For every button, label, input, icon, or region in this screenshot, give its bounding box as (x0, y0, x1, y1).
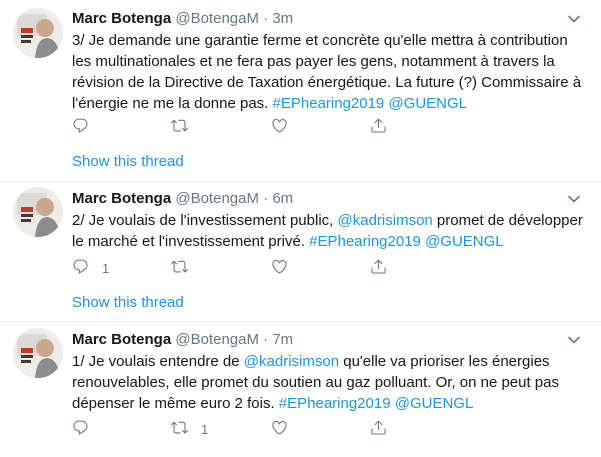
tweet-text-line: 3/ Je demande une garantie ferme et conc… (72, 30, 592, 51)
tweet-text: 2/ Je voulais de l'investissement public… (72, 210, 592, 252)
tweet-text-segment: 2/ Je voulais de l'investissement public… (72, 212, 338, 229)
tweet-header: Marc Botenga @BotengaM · 6m (72, 189, 293, 209)
tweet-text-segment: renouvelables, elle promet du soutien au… (72, 374, 559, 391)
reply-button[interactable] (72, 117, 102, 139)
author-handle[interactable]: @BotengaM (175, 10, 259, 27)
retweet-icon (171, 419, 188, 441)
avatar[interactable] (13, 187, 63, 237)
author-name[interactable]: Marc Botenga (72, 331, 171, 348)
avatar[interactable] (13, 328, 63, 378)
hashtag-link[interactable]: #EPhearing2019 (279, 395, 391, 412)
tweet-timestamp[interactable]: 7m (272, 331, 293, 348)
share-button[interactable] (370, 117, 387, 139)
separator-dot: · (263, 10, 269, 27)
show-thread-link[interactable]: Show this thread (72, 152, 184, 172)
heart-icon (271, 258, 288, 280)
tweet-actions (72, 117, 472, 139)
tweet-text-line: renouvelables, elle promet du soutien au… (72, 372, 592, 393)
retweet-icon (171, 258, 188, 280)
chevron-down-icon[interactable] (567, 12, 581, 26)
tweet-header: Marc Botenga @BotengaM · 3m (72, 9, 293, 29)
author-name[interactable]: Marc Botenga (72, 10, 171, 27)
reply-icon (72, 117, 89, 139)
heart-icon (271, 419, 288, 441)
mention-link[interactable]: @GUENGL (395, 395, 474, 412)
tweet-text-segment: le marché et l'investissement privé. (72, 233, 310, 250)
tweet-text-segment: l'énergie ne me la donne pas. (72, 95, 273, 112)
tweet-item[interactable]: Marc Botenga @BotengaM · 6m 2/ Je voulai… (0, 182, 601, 321)
reply-icon (72, 258, 89, 280)
tweet-text-segment: révision de la Directive de Taxation éne… (72, 74, 582, 91)
tweet-text-line: l'énergie ne me la donne pas. #EPhearing… (72, 93, 592, 114)
tweet-text-segment: promet de développer (432, 212, 583, 229)
share-icon (370, 117, 387, 139)
tweet-feed: Marc Botenga @BotengaM · 3m 3/ Je demand… (0, 0, 601, 457)
retweet-icon (171, 117, 188, 139)
mention-link[interactable]: @kadrisimson (244, 353, 339, 370)
like-button[interactable] (271, 419, 301, 441)
heart-icon (271, 117, 288, 139)
tweet-timestamp[interactable]: 6m (272, 190, 293, 207)
retweet-button[interactable] (171, 258, 201, 280)
share-icon (370, 258, 387, 280)
tweet-actions: 1 (72, 258, 472, 280)
separator-dot: · (263, 331, 269, 348)
author-name[interactable]: Marc Botenga (72, 190, 171, 207)
retweet-button[interactable] (171, 117, 201, 139)
retweet-count: 1 (201, 422, 209, 437)
hashtag-link[interactable]: #EPhearing2019 (273, 95, 385, 112)
tweet-text: 1/ Je voulais entendre de @kadrisimson q… (72, 351, 592, 414)
chevron-down-icon[interactable] (567, 192, 581, 206)
hashtag-link[interactable]: #EPhearing2019 (309, 233, 421, 250)
reply-button[interactable]: 1 (72, 258, 109, 280)
tweet-text-line: 1/ Je voulais entendre de @kadrisimson q… (72, 351, 592, 372)
show-thread-link[interactable]: Show this thread (72, 293, 184, 313)
reply-icon (72, 419, 89, 441)
tweet-text-segment: qu'elle va prioriser les énergies (339, 353, 550, 370)
author-handle[interactable]: @BotengaM (175, 190, 259, 207)
avatar[interactable] (13, 8, 63, 58)
tweet-text: 3/ Je demande une garantie ferme et conc… (72, 30, 592, 114)
share-button[interactable] (370, 419, 387, 441)
share-icon (370, 419, 387, 441)
tweet-actions: 1 (72, 419, 472, 441)
tweet-text-line: révision de la Directive de Taxation éne… (72, 72, 592, 93)
tweet-text-line: dépenser le même euro 2 fois. #EPhearing… (72, 393, 592, 414)
tweet-header: Marc Botenga @BotengaM · 7m (72, 330, 293, 350)
tweet-text-segment: les multinationales et ne fera pas payer… (72, 53, 555, 70)
separator-dot: · (263, 190, 269, 207)
tweet-item[interactable]: Marc Botenga @BotengaM · 3m 3/ Je demand… (0, 0, 601, 181)
tweet-timestamp[interactable]: 3m (272, 10, 293, 27)
like-button[interactable] (271, 117, 301, 139)
tweet-text-segment: 3/ Je demande une garantie ferme et conc… (72, 32, 568, 49)
tweet-text-line: les multinationales et ne fera pas payer… (72, 51, 592, 72)
share-button[interactable] (370, 258, 387, 280)
mention-link[interactable]: @GUENGL (388, 95, 467, 112)
mention-link[interactable]: @kadrisimson (338, 212, 433, 229)
chevron-down-icon[interactable] (567, 333, 581, 347)
reply-button[interactable] (72, 419, 102, 441)
tweet-text-line: le marché et l'investissement privé. #EP… (72, 231, 592, 252)
retweet-button[interactable]: 1 (171, 419, 208, 441)
reply-count: 1 (102, 261, 110, 276)
like-button[interactable] (271, 258, 301, 280)
tweet-text-segment: 1/ Je voulais entendre de (72, 353, 244, 370)
mention-link[interactable]: @GUENGL (425, 233, 504, 250)
tweet-text-segment: dépenser le même euro 2 fois. (72, 395, 279, 412)
tweet-item[interactable]: Marc Botenga @BotengaM · 7m 1/ Je voulai… (0, 322, 601, 457)
author-handle[interactable]: @BotengaM (175, 331, 259, 348)
tweet-text-line: 2/ Je voulais de l'investissement public… (72, 210, 592, 231)
